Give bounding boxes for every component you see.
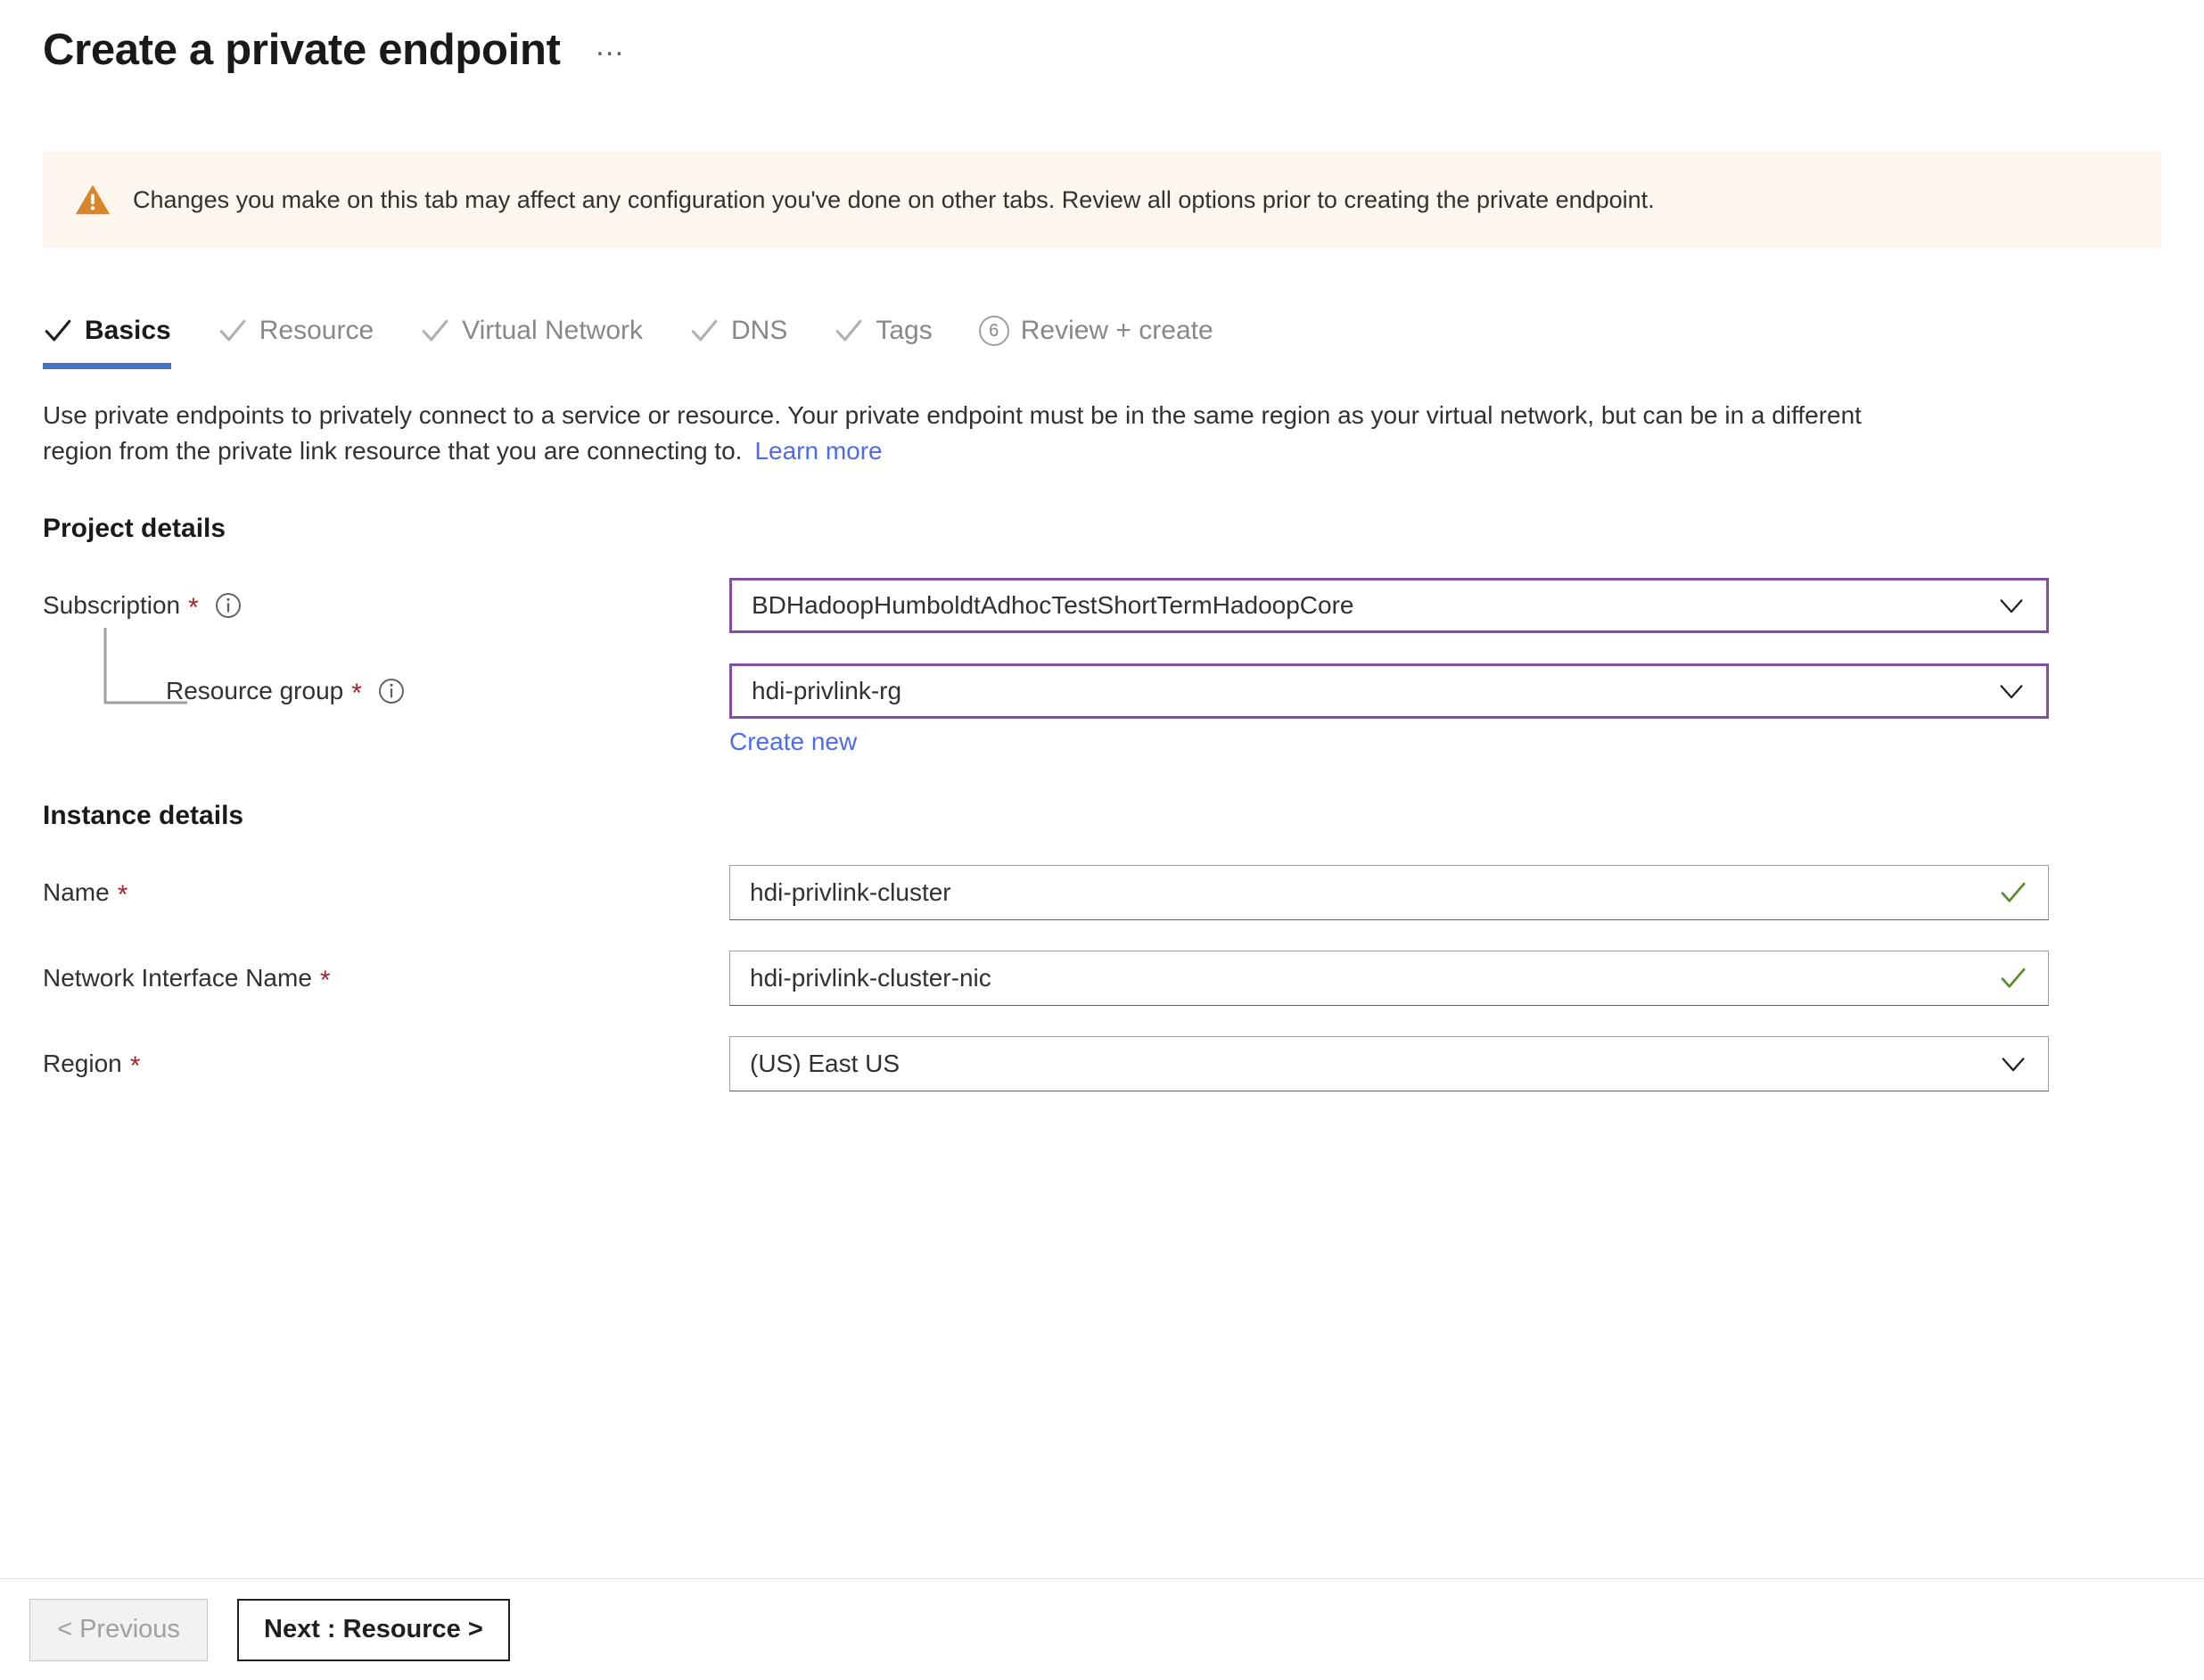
tab-label: DNS [731,316,788,345]
instance-details-heading: Instance details [43,800,244,830]
learn-more-link[interactable]: Learn more [754,437,882,465]
resource-group-label-group: Resource group * [43,663,729,719]
tab-label: Tags [876,316,933,345]
project-details-form: Subscription * BDHadoopHumboldtAdhocTest… [0,577,2204,756]
tab-label: Review + create [1020,316,1213,345]
resource-group-value: hdi-privlink-rg [752,676,902,704]
check-icon [691,319,718,342]
nic-name-value: hdi-privlink-cluster-nic [750,963,991,992]
region-label: Region [43,1049,122,1077]
warning-banner-container: Changes you make on this tab may affect … [0,152,2204,248]
create-private-endpoint-page: Create a private endpoint … Changes you … [0,0,2204,1680]
previous-button[interactable]: < Previous [29,1598,208,1661]
tab-tags[interactable]: Tags [834,292,933,369]
chevron-down-icon [2002,1057,2025,1071]
region-field: (US) East US [729,1035,2049,1091]
nic-name-label-group: Network Interface Name * [43,951,729,1006]
name-field: hdi-privlink-cluster [729,864,2049,920]
chevron-down-icon [2000,684,2023,698]
step-number-badge: 6 [978,316,1009,346]
warning-triangle-icon [75,185,111,215]
project-details-heading: Project details [43,513,226,543]
subscription-field: BDHadoopHumboldtAdhocTestShortTermHadoop… [729,577,2049,633]
subscription-label-group: Subscription * [43,578,729,633]
page-title: Create a private endpoint [43,26,561,75]
name-value: hdi-privlink-cluster [750,877,951,906]
tab-review-create[interactable]: 6 Review + create [978,292,1213,369]
check-icon [219,319,246,342]
tab-label: Virtual Network [462,316,644,345]
subscription-label: Subscription [43,590,181,619]
page-description: Use private endpoints to privately conne… [0,398,1961,469]
subscription-row: Subscription * BDHadoopHumboldtAdhocTest… [43,577,2161,633]
tab-resource[interactable]: Resource [218,292,374,369]
nic-name-input[interactable]: hdi-privlink-cluster-nic [729,950,2049,1006]
required-asterisk: * [129,1050,141,1081]
name-input[interactable]: hdi-privlink-cluster [729,864,2049,920]
required-asterisk: * [351,678,362,708]
subscription-dropdown[interactable]: BDHadoopHumboldtAdhocTestShortTermHadoop… [729,577,2049,633]
region-label-group: Region * [43,1036,729,1091]
check-icon [422,319,448,342]
region-row: Region * (US) East US [43,1035,2161,1091]
name-label-group: Name * [43,865,729,920]
region-dropdown[interactable]: (US) East US [729,1035,2049,1091]
wizard-tabs: Basics Resource Virtual Network DNS Tags… [0,292,2204,369]
check-icon [836,319,862,342]
subscription-value: BDHadoopHumboldtAdhocTestShortTermHadoop… [752,590,1354,619]
warning-banner-text: Changes you make on this tab may affect … [133,185,1655,213]
resource-group-row: Resource group * hdi-privlink-rg Create … [43,627,2161,756]
name-row: Name * hdi-privlink-cluster [43,864,2161,920]
resource-group-label: Resource group [166,676,344,704]
info-circle-icon[interactable] [378,678,405,704]
wizard-footer: < Previous Next : Resource > [0,1579,2204,1680]
nic-name-field: hdi-privlink-cluster-nic [729,950,2049,1006]
region-value: (US) East US [750,1049,901,1077]
tab-label: Resource [259,316,374,345]
tab-basics[interactable]: Basics [43,292,171,369]
green-check-icon [2001,882,2026,902]
nic-name-label: Network Interface Name [43,963,312,992]
more-options-button[interactable]: … [595,30,628,61]
resource-group-dropdown[interactable]: hdi-privlink-rg [729,663,2049,719]
resource-group-field: hdi-privlink-rg Create new [729,663,2049,756]
next-resource-button[interactable]: Next : Resource > [237,1598,510,1661]
tab-label: Basics [85,316,171,345]
required-asterisk: * [319,965,331,995]
chevron-down-icon [2000,598,2023,613]
create-new-resource-group-link[interactable]: Create new [729,728,857,756]
check-icon [45,319,71,342]
name-label: Name [43,877,110,906]
instance-details-form: Name * hdi-privlink-cluster Network Inte… [0,864,2204,1091]
page-description-text: Use private endpoints to privately conne… [43,401,1862,465]
tab-virtual-network[interactable]: Virtual Network [420,292,643,369]
nic-name-row: Network Interface Name * hdi-privlink-cl… [43,950,2161,1006]
green-check-icon [2001,968,2026,988]
info-circle-icon[interactable] [215,592,242,619]
required-asterisk: * [117,879,128,910]
warning-banner: Changes you make on this tab may affect … [43,152,2161,248]
required-asterisk: * [188,592,199,622]
tab-dns[interactable]: DNS [689,292,787,369]
page-header: Create a private endpoint … [0,0,2204,86]
tab-active-underline [43,363,171,369]
